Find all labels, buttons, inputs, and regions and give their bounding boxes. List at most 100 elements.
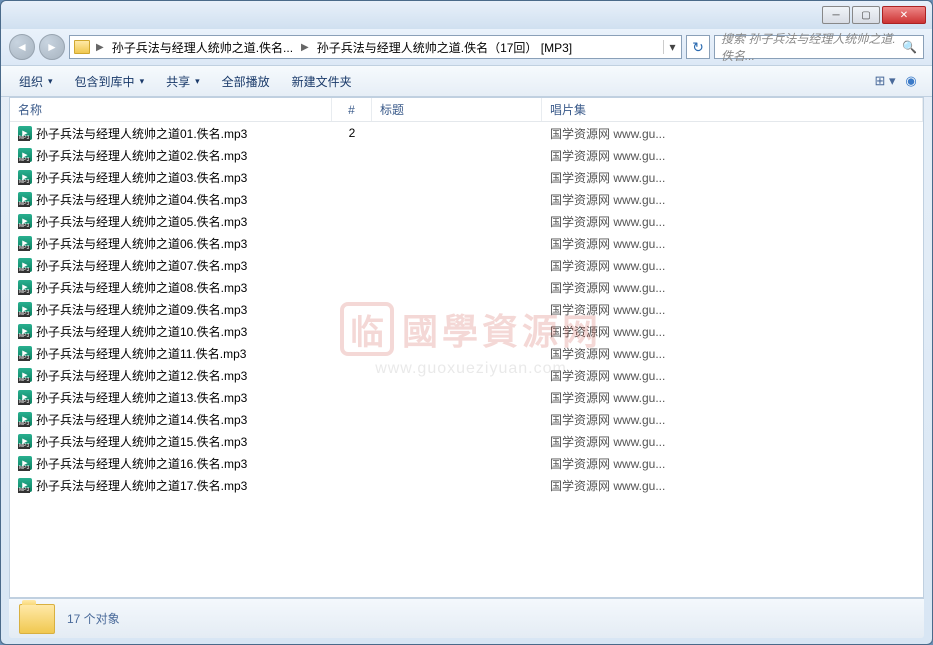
columns-header: 名称 # 标题 唱片集 [10,98,923,122]
search-input[interactable]: 搜索 孙子兵法与经理人统帅之道.佚名... 🔍 [714,35,924,59]
help-button[interactable]: ◉ [900,70,922,92]
file-list: 临 國學資源网 www.guoxueziyuan.com 孙子兵法与经理人统帅之… [10,122,923,597]
file-album: 国学资源网 www.gu... [542,125,923,142]
column-tracknum[interactable]: # [332,98,372,121]
mp3-icon [18,214,32,228]
file-row[interactable]: 孙子兵法与经理人统帅之道05.佚名.mp3 国学资源网 www.gu... [10,210,923,232]
forward-button[interactable]: ► [39,34,65,60]
toolbar: 组织 包含到库中 共享 全部播放 新建文件夹 ⊞ ▾ ◉ [1,65,932,97]
file-name: 孙子兵法与经理人统帅之道14.佚名.mp3 [36,411,247,428]
file-row[interactable]: 孙子兵法与经理人统帅之道10.佚名.mp3 国学资源网 www.gu... [10,320,923,342]
mp3-icon [18,170,32,184]
file-row[interactable]: 孙子兵法与经理人统帅之道15.佚名.mp3 国学资源网 www.gu... [10,430,923,452]
status-count: 17 个对象 [67,610,120,627]
file-album: 国学资源网 www.gu... [542,169,923,186]
file-name: 孙子兵法与经理人统帅之道12.佚名.mp3 [36,367,247,384]
file-row[interactable]: 孙子兵法与经理人统帅之道07.佚名.mp3 国学资源网 www.gu... [10,254,923,276]
search-icon: 🔍 [902,40,917,54]
file-row[interactable]: 孙子兵法与经理人统帅之道17.佚名.mp3 国学资源网 www.gu... [10,474,923,496]
file-name: 孙子兵法与经理人统帅之道05.佚名.mp3 [36,213,247,230]
status-bar: 17 个对象 [9,598,924,638]
mp3-icon [18,192,32,206]
mp3-icon [18,302,32,316]
file-row[interactable]: 孙子兵法与经理人统帅之道09.佚名.mp3 国学资源网 www.gu... [10,298,923,320]
file-row[interactable]: 孙子兵法与经理人统帅之道13.佚名.mp3国学资源网 www.gu... [10,386,923,408]
close-button[interactable]: ✕ [882,6,926,24]
file-row[interactable]: 孙子兵法与经理人统帅之道08.佚名.mp3 国学资源网 www.gu... [10,276,923,298]
file-album: 国学资源网 www.gu... [542,213,923,230]
window-controls: ─ ▢ ✕ [822,6,926,24]
file-album: 国学资源网 www.gu... [542,235,923,252]
nav-bar: ◄ ► ▶ 孙子兵法与经理人统帅之道.佚名... ▶ 孙子兵法与经理人统帅之道.… [1,29,932,65]
file-album: 国学资源网 www.gu... [542,477,923,494]
file-album: 国学资源网 www.gu... [542,411,923,428]
file-row[interactable]: 孙子兵法与经理人统帅之道16.佚名.mp3国学资源网 www.gu... [10,452,923,474]
titlebar[interactable]: ─ ▢ ✕ [1,1,932,29]
file-name: 孙子兵法与经理人统帅之道11.佚名.mp3 [36,345,246,362]
file-album: 国学资源网 www.gu... [542,191,923,208]
file-name: 孙子兵法与经理人统帅之道06.佚名.mp3 [36,235,247,252]
file-name: 孙子兵法与经理人统帅之道08.佚名.mp3 [36,279,247,296]
refresh-button[interactable]: ↻ [686,35,710,59]
column-album[interactable]: 唱片集 [542,98,923,121]
mp3-icon [18,148,32,162]
file-album: 国学资源网 www.gu... [542,345,923,362]
new-folder-button[interactable]: 新建文件夹 [284,69,360,94]
include-library-button[interactable]: 包含到库中 [67,69,153,94]
mp3-icon [18,390,32,404]
file-album: 国学资源网 www.gu... [542,323,923,340]
file-name: 孙子兵法与经理人统帅之道03.佚名.mp3 [36,169,247,186]
column-name[interactable]: 名称 [10,98,332,121]
mp3-icon [18,258,32,272]
share-button[interactable]: 共享 [158,69,208,94]
address-dropdown[interactable]: ▾ [663,40,681,54]
organize-button[interactable]: 组织 [11,69,61,94]
content-area: 名称 # 标题 唱片集 临 國學資源网 www.guoxueziyuan.com… [9,97,924,598]
address-bar[interactable]: ▶ 孙子兵法与经理人统帅之道.佚名... ▶ 孙子兵法与经理人统帅之道.佚名（1… [69,35,682,59]
mp3-icon [18,324,32,338]
file-album: 国学资源网 www.gu... [542,301,923,318]
file-row[interactable]: 孙子兵法与经理人统帅之道06.佚名.mp3 国学资源网 www.gu... [10,232,923,254]
breadcrumb-current[interactable]: 孙子兵法与经理人统帅之道.佚名（17回） [MP3] [311,36,578,58]
minimize-button[interactable]: ─ [822,6,850,24]
mp3-icon [18,280,32,294]
search-placeholder: 搜索 孙子兵法与经理人统帅之道.佚名... [721,30,902,64]
explorer-window: ─ ▢ ✕ ◄ ► ▶ 孙子兵法与经理人统帅之道.佚名... ▶ 孙子兵法与经理… [0,0,933,645]
file-row[interactable]: 孙子兵法与经理人统帅之道14.佚名.mp3 国学资源网 www.gu... [10,408,923,430]
file-row[interactable]: 孙子兵法与经理人统帅之道03.佚名.mp3 国学资源网 www.gu... [10,166,923,188]
file-row[interactable]: 孙子兵法与经理人统帅之道01.佚名.mp3 2 国学资源网 www.gu... [10,122,923,144]
file-name: 孙子兵法与经理人统帅之道10.佚名.mp3 [36,323,247,340]
mp3-icon [18,346,32,360]
file-name: 孙子兵法与经理人统帅之道15.佚名.mp3 [36,433,247,450]
file-row[interactable]: 孙子兵法与经理人统帅之道02.佚名.mp3国学资源网 www.gu... [10,144,923,166]
mp3-icon [18,368,32,382]
chevron-right-icon[interactable]: ▶ [299,42,311,53]
mp3-icon [18,126,32,140]
file-album: 国学资源网 www.gu... [542,433,923,450]
back-button[interactable]: ◄ [9,34,35,60]
folder-icon [19,604,55,634]
file-tracknum: 2 [332,126,372,140]
chevron-right-icon[interactable]: ▶ [94,42,106,53]
file-row[interactable]: 孙子兵法与经理人统帅之道04.佚名.mp3国学资源网 www.gu... [10,188,923,210]
maximize-button[interactable]: ▢ [852,6,880,24]
file-album: 国学资源网 www.gu... [542,257,923,274]
play-all-button[interactable]: 全部播放 [214,69,278,94]
file-name: 孙子兵法与经理人统帅之道02.佚名.mp3 [36,147,247,164]
file-name: 孙子兵法与经理人统帅之道07.佚名.mp3 [36,257,247,274]
file-name: 孙子兵法与经理人统帅之道01.佚名.mp3 [36,125,247,142]
file-row[interactable]: 孙子兵法与经理人统帅之道11.佚名.mp3 国学资源网 www.gu... [10,342,923,364]
column-title[interactable]: 标题 [372,98,542,121]
file-album: 国学资源网 www.gu... [542,279,923,296]
mp3-icon [18,478,32,492]
file-album: 国学资源网 www.gu... [542,389,923,406]
file-name: 孙子兵法与经理人统帅之道09.佚名.mp3 [36,301,247,318]
mp3-icon [18,434,32,448]
file-name: 孙子兵法与经理人统帅之道17.佚名.mp3 [36,477,247,494]
file-row[interactable]: 孙子兵法与经理人统帅之道12.佚名.mp3国学资源网 www.gu... [10,364,923,386]
file-name: 孙子兵法与经理人统帅之道16.佚名.mp3 [36,455,247,472]
folder-icon [74,40,90,54]
view-options-button[interactable]: ⊞ ▾ [874,70,896,92]
breadcrumb-parent[interactable]: 孙子兵法与经理人统帅之道.佚名... [106,36,299,58]
mp3-icon [18,236,32,250]
